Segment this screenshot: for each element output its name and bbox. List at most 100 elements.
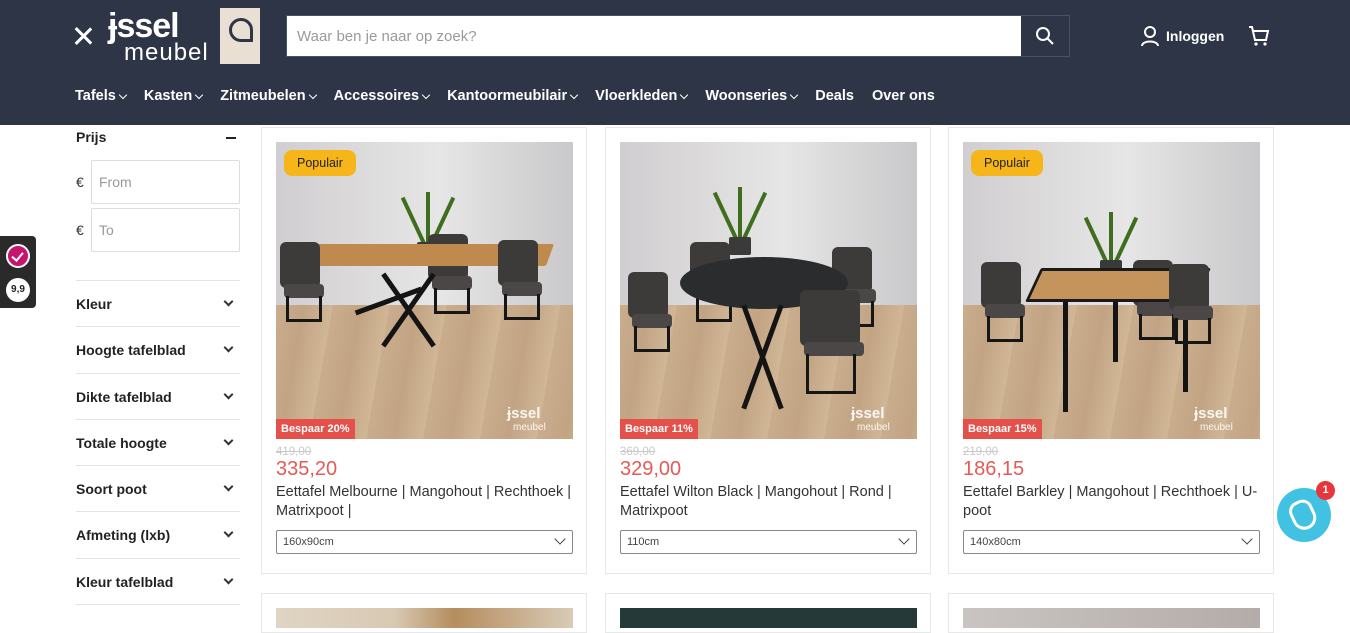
filter-label: Kleur tafelblad	[76, 573, 174, 590]
image-watermark: ɉssel meubel	[507, 405, 546, 433]
close-menu-icon[interactable]	[72, 25, 94, 47]
chevron-down-icon	[569, 90, 579, 99]
filter-label: Totale hoogte	[76, 434, 167, 451]
variant-value: 140x80cm	[970, 536, 1021, 548]
chevron-down-icon	[421, 90, 431, 99]
nav-label: Vloerkleden	[595, 88, 678, 104]
nav-label: Kantoormeubilair	[447, 88, 568, 104]
product-title[interactable]: Eettafel Wilton Black | Mangohout | Rond…	[620, 483, 918, 521]
price-from-input[interactable]	[91, 160, 240, 204]
search-button[interactable]	[1021, 16, 1069, 56]
user-icon	[1141, 26, 1159, 47]
chevron-down-icon	[223, 342, 234, 353]
nav-item-deals[interactable]: Deals	[815, 88, 854, 104]
currency-symbol: €	[76, 222, 84, 238]
nav-item-vloerkleden[interactable]: Vloerkleden	[595, 88, 689, 104]
nav-item-kantoormeubilair[interactable]: Kantoormeubilair	[447, 88, 579, 104]
product-card[interactable]: ɉssel meubel Bespaar 11% 369,00 329,00 Ee…	[605, 127, 931, 574]
image-watermark: ɉssel meubel	[1194, 405, 1233, 433]
variant-select[interactable]: 110cm	[620, 530, 917, 554]
filter-dikte-tafelblad[interactable]: Dikte tafelblad	[76, 373, 240, 419]
rating-score: 9,9	[6, 278, 30, 302]
price-filter-header[interactable]: Prijs	[76, 129, 240, 149]
product-card[interactable]	[261, 593, 587, 633]
chevron-down-icon	[223, 389, 234, 400]
chat-notification-count: 1	[1316, 481, 1335, 500]
price-to-input[interactable]	[91, 208, 240, 252]
logo-mark-icon	[220, 8, 260, 64]
product-title[interactable]: Eettafel Barkley | Mangohout | Rechthoek…	[963, 483, 1261, 521]
nav-label: Zitmeubelen	[220, 88, 306, 104]
filter-label: Soort poot	[76, 480, 147, 497]
product-image[interactable]	[620, 608, 917, 628]
nav-label: Over ons	[871, 88, 935, 104]
chair-image	[628, 272, 676, 352]
nav-label: Kasten	[143, 88, 193, 104]
nav-item-accessoires[interactable]: Accessoires	[334, 88, 431, 104]
chevron-down-icon	[223, 435, 234, 446]
variant-value: 160x90cm	[283, 536, 334, 548]
filter-label: Hoogte tafelblad	[76, 341, 186, 358]
site-logo[interactable]: ɉssel meubel	[108, 8, 260, 66]
original-price: 219,00	[963, 446, 999, 458]
filter-hoogte-tafelblad[interactable]: Hoogte tafelblad	[76, 326, 240, 372]
chevron-down-icon	[118, 90, 128, 99]
chevron-down-icon	[1241, 533, 1253, 545]
product-card[interactable]	[605, 593, 931, 633]
filter-kleur-tafelblad[interactable]: Kleur tafelblad	[76, 558, 240, 604]
logo-text-bottom: meubel	[124, 39, 209, 66]
chair-image	[1169, 264, 1217, 344]
chair-image	[800, 290, 870, 394]
chevron-down-icon	[223, 481, 234, 492]
product-image[interactable]: ɉssel meubel Populair Bespaar 20%	[276, 142, 573, 439]
keurmerk-check-icon	[6, 244, 30, 268]
filter-soort-poot[interactable]: Soort poot	[76, 465, 240, 511]
product-image[interactable]: ɉssel meubel Populair Bespaar 15%	[963, 142, 1260, 439]
variant-select[interactable]: 140x80cm	[963, 530, 1260, 554]
nav-item-tafels[interactable]: Tafels	[75, 88, 128, 104]
chair-image	[280, 242, 328, 322]
cart-icon	[1249, 26, 1270, 46]
filter-divider	[76, 604, 240, 614]
chair-image	[981, 262, 1029, 342]
filter-kleur[interactable]: Kleur	[76, 280, 240, 326]
product-card[interactable]	[948, 593, 1274, 633]
chevron-down-icon	[554, 533, 566, 545]
chevron-down-icon	[194, 90, 204, 99]
chevron-down-icon	[223, 574, 234, 585]
product-title[interactable]: Eettafel Melbourne | Mangohout | Rechtho…	[276, 483, 574, 521]
rating-widget[interactable]: 9,9	[0, 236, 36, 308]
price-to-row: €	[76, 208, 240, 252]
discount-badge: Bespaar 20%	[276, 419, 355, 439]
popular-badge: Populair	[971, 150, 1043, 176]
login-label: Inloggen	[1166, 28, 1225, 44]
cart-button[interactable]	[1247, 24, 1271, 53]
chair-image	[498, 240, 546, 320]
product-image[interactable]	[963, 608, 1260, 628]
search-input[interactable]	[287, 16, 1021, 56]
filter-label: Afmeting (lxb)	[76, 526, 171, 543]
product-image[interactable]	[276, 608, 573, 628]
product-image[interactable]: ɉssel meubel Bespaar 11%	[620, 142, 917, 439]
discount-badge: Bespaar 11%	[620, 419, 698, 439]
variant-select[interactable]: 160x90cm	[276, 530, 573, 554]
nav-item-kasten[interactable]: Kasten	[143, 88, 204, 104]
table-leg	[1113, 302, 1118, 362]
site-header: ɉssel meubel Inloggen Tafels Kasten Zitm…	[0, 0, 1350, 125]
nav-label: Deals	[815, 88, 854, 104]
filter-totale-hoogte[interactable]: Totale hoogte	[76, 419, 240, 465]
login-link[interactable]: Inloggen	[1140, 25, 1224, 47]
product-card[interactable]: ɉssel meubel Populair Bespaar 15% 219,00 …	[948, 127, 1274, 574]
variant-value: 110cm	[627, 536, 660, 548]
sale-price: 335,20	[276, 458, 338, 480]
nav-item-zitmeubelen[interactable]: Zitmeubelen	[220, 88, 317, 104]
chevron-down-icon	[790, 90, 799, 99]
chevron-down-icon	[308, 90, 317, 99]
filter-afmeting[interactable]: Afmeting (lxb)	[76, 511, 240, 557]
nav-item-woonseries[interactable]: Woonseries	[705, 88, 799, 104]
product-card[interactable]: ɉssel meubel Populair Bespaar 20% 419,00 …	[261, 127, 587, 574]
nav-item-over-ons[interactable]: Over ons	[872, 88, 935, 104]
chevron-down-icon	[680, 90, 689, 99]
nav-label: Woonseries	[705, 88, 788, 104]
chevron-down-icon	[223, 527, 234, 538]
